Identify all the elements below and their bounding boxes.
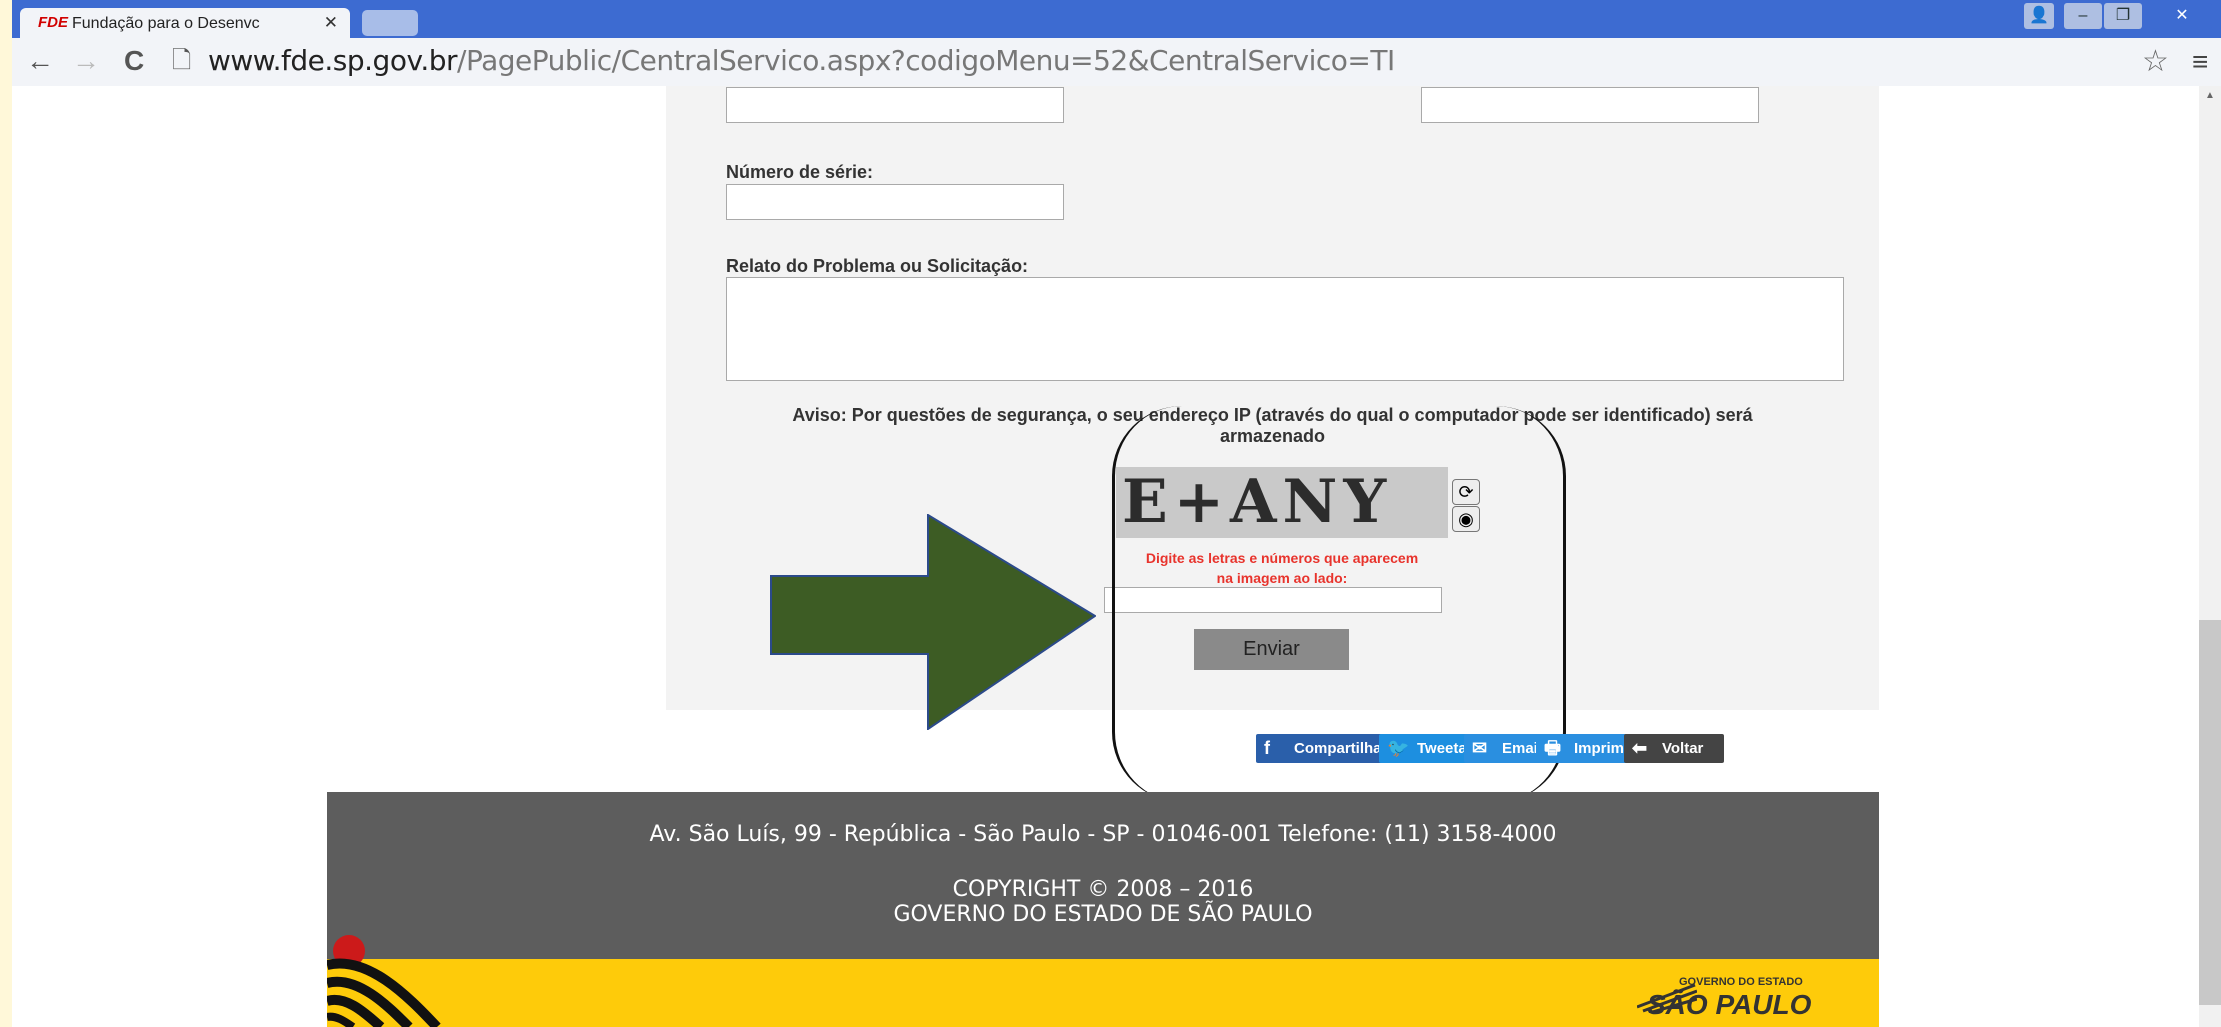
tab-strip: FDE Fundação para o Desenvc ✕ 👤 – ❐ ✕ xyxy=(12,0,2221,38)
browser-chrome: FDE Fundação para o Desenvc ✕ 👤 – ❐ ✕ ← … xyxy=(12,0,2221,87)
tab-title: Fundação para o Desenvc xyxy=(72,15,260,32)
sp-logo-text: SÃO PAULO xyxy=(1647,989,1812,1020)
browser-toolbar: ← → C 🗋 www.fde.sp.gov.br/PagePublic/Cen… xyxy=(12,38,2221,87)
problem-report-label: Relato do Problema ou Solicitação: xyxy=(726,256,1029,276)
forward-arrow-icon[interactable]: → xyxy=(72,46,100,76)
scroll-up-icon[interactable]: ▲ xyxy=(2205,90,2215,101)
browser-menu-icon[interactable]: ≡ xyxy=(2192,46,2208,78)
annotation-arrow xyxy=(770,514,1096,730)
fde-favicon-icon: FDE xyxy=(38,14,68,31)
url-domain: www.fde.sp.gov.br xyxy=(208,44,458,77)
profile-icon[interactable]: 👤 xyxy=(2024,3,2054,29)
page-viewport: Número de série: Relato do Problema ou S… xyxy=(12,86,2199,1027)
twitter-bird-icon: 🐦 xyxy=(1387,738,1410,758)
serial-number-label: Número de série: xyxy=(726,162,874,182)
envelope-icon: ✉ xyxy=(1472,738,1488,758)
page-icon: 🗋 xyxy=(172,47,192,74)
reload-icon[interactable]: C xyxy=(124,46,144,76)
problem-report-textarea[interactable] xyxy=(726,277,1844,381)
back-button[interactable]: ⬅ Voltar xyxy=(1624,734,1724,763)
footer-copyright: COPYRIGHT © 2008 – 2016 xyxy=(952,877,1254,902)
serial-number-input[interactable] xyxy=(726,184,1064,220)
back-arrow-icon[interactable]: ← xyxy=(26,46,54,76)
footer-government: GOVERNO DO ESTADO DE SÃO PAULO xyxy=(893,902,1313,927)
tab-close-icon[interactable]: ✕ xyxy=(324,13,338,33)
url-path: /PagePublic/CentralServico.aspx?codigoMe… xyxy=(457,44,1395,77)
sp-flag-stripes-icon xyxy=(327,935,441,1027)
previous-field-left[interactable] xyxy=(726,87,1064,123)
facebook-icon: f xyxy=(1264,738,1270,758)
printer-icon: 🖶 xyxy=(1544,738,1561,758)
previous-field-right[interactable] xyxy=(1421,87,1759,123)
arrow-left-icon: ⬅ xyxy=(1632,738,1648,758)
browser-tab[interactable]: FDE Fundação para o Desenvc ✕ xyxy=(20,8,350,38)
restore-button[interactable]: ❐ xyxy=(2104,3,2142,29)
address-bar[interactable]: www.fde.sp.gov.br/PagePublic/CentralServ… xyxy=(208,44,1395,77)
footer-yellow-band: GOVERNO DO ESTADO SÃO PAULO xyxy=(327,935,1879,1027)
sp-logo-small-text: GOVERNO DO ESTADO xyxy=(1679,976,1803,988)
bookmark-star-icon[interactable]: ☆ xyxy=(2142,44,2169,79)
footer-address: Av. São Luís, 99 - República - São Paulo… xyxy=(649,822,1557,847)
scrollbar-thumb[interactable] xyxy=(2199,620,2221,1005)
new-tab-button[interactable] xyxy=(362,10,418,36)
close-window-button[interactable]: ✕ xyxy=(2152,3,2212,29)
minimize-button[interactable]: – xyxy=(2064,3,2102,29)
